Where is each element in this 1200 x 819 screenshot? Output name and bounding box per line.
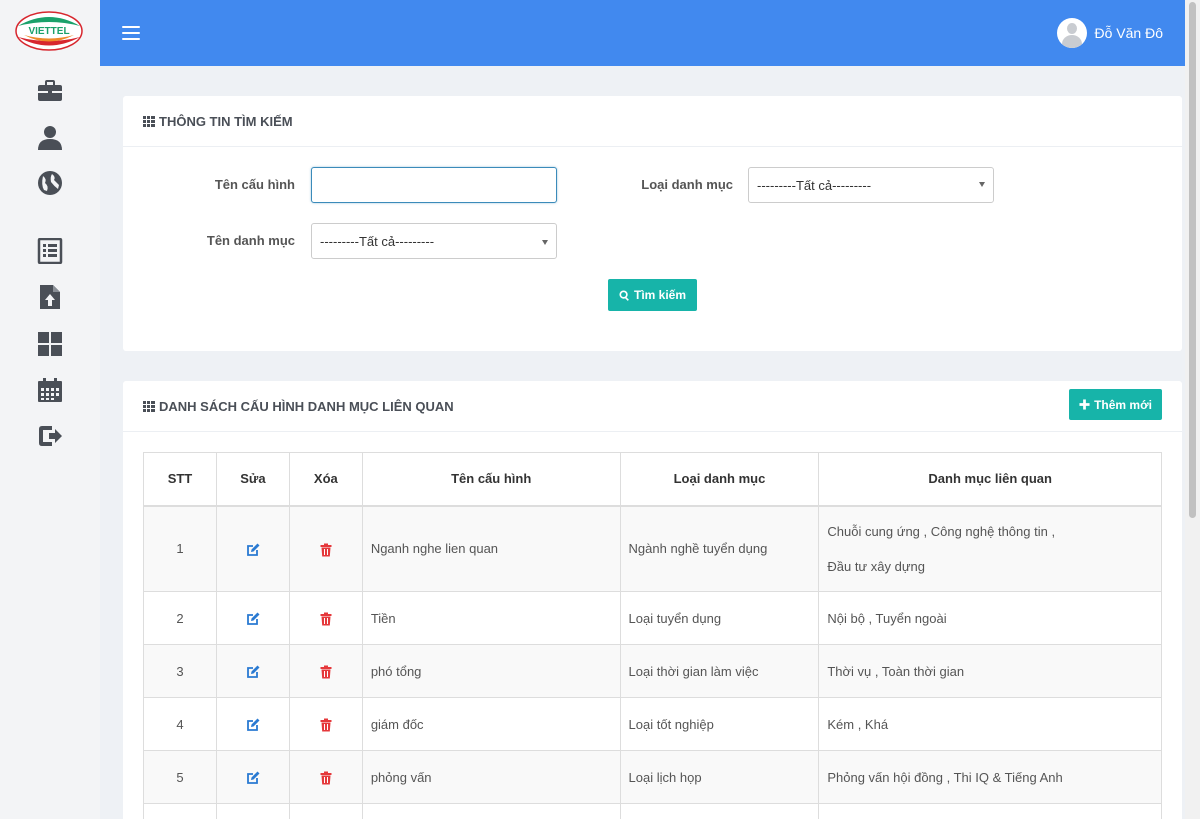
list-icon[interactable] (36, 237, 64, 265)
config-name-label: Tên cấu hình (214, 177, 295, 192)
row-config-name: Nganh nghe lien quan (361, 505, 621, 592)
category-type-selected: ---------Tất cả--------- (757, 178, 872, 193)
edit-icon[interactable] (246, 665, 260, 679)
logout-icon[interactable] (36, 422, 64, 450)
row-config-name: phó tổng (361, 644, 621, 698)
edit-icon[interactable] (246, 718, 260, 732)
file-upload-icon[interactable] (36, 283, 64, 311)
plus-icon (1079, 399, 1090, 410)
search-panel-title: THÔNG TIN TÌM KIẾM (143, 114, 293, 129)
row-related: Thời vụ , Toàn thời gian (818, 644, 1162, 698)
user-icon[interactable] (36, 123, 64, 151)
column-header-config-name[interactable]: Tên cấu hình (361, 452, 621, 507)
edit-icon[interactable] (246, 543, 260, 557)
dropdown-arrow-icon (979, 182, 985, 187)
table-row: 3 phó tổng Loại thời gian làm việc Thời … (143, 644, 1162, 698)
related-line: Chuỗi cung ứng , Công nghệ thông tin , (827, 523, 1056, 539)
row-category-type: Loại tốt nghiệp (619, 697, 820, 751)
svg-text:VIETTEL: VIETTEL (28, 26, 69, 37)
trash-icon[interactable] (319, 612, 333, 626)
top-navbar: Đỗ Văn Đô (100, 0, 1185, 66)
row-stt: 3 (143, 644, 217, 698)
edit-icon[interactable] (246, 612, 260, 626)
table-header-row: STT Sửa Xóa Tên cấu hình Loại danh mục D… (143, 452, 1162, 507)
dropdown-arrow-icon (542, 240, 548, 245)
list-panel-title: DANH SÁCH CẤU HÌNH DANH MỤC LIÊN QUAN (143, 399, 454, 414)
user-name: Đỗ Văn Đô (1094, 25, 1163, 41)
trash-icon[interactable] (319, 771, 333, 785)
search-panel: THÔNG TIN TÌM KIẾM Tên cấu hình Loại dan… (123, 96, 1182, 351)
user-menu[interactable]: Đỗ Văn Đô (1056, 18, 1163, 48)
hamburger-menu-icon[interactable] (122, 26, 140, 40)
row-category-type: Loại thời gian làm việc (619, 644, 820, 698)
scrollbar-thumb[interactable] (1189, 2, 1196, 518)
column-header-delete[interactable]: Xóa (288, 452, 363, 507)
category-name-selected: ---------Tất cả--------- (320, 234, 435, 249)
table-row: 4 giám đốc Loại tốt nghiệp Kém , Khá (143, 697, 1162, 751)
row-stt: 4 (143, 697, 217, 751)
trash-icon[interactable] (319, 665, 333, 679)
grid-icon (143, 116, 155, 127)
column-header-category-type[interactable]: Loại danh mục (619, 452, 820, 507)
edit-icon[interactable] (246, 771, 260, 785)
sidebar: VIETTEL (0, 0, 100, 819)
row-related: Chuỗi cung ứng , Công nghệ thông tin , Đầ… (818, 505, 1162, 592)
search-button[interactable]: Tìm kiếm (608, 279, 697, 311)
row-related: Kém , Khá (818, 697, 1162, 751)
related-line: Đầu tư xây dựng (827, 558, 925, 574)
row-stt: 1 (143, 505, 217, 592)
table-row (143, 803, 1162, 819)
search-icon (619, 289, 629, 301)
list-panel: DANH SÁCH CẤU HÌNH DANH MỤC LIÊN QUAN Th… (123, 381, 1182, 819)
page-scrollbar[interactable] (1185, 0, 1200, 819)
row-related: Nội bộ , Tuyển ngoài (818, 591, 1162, 645)
row-config-name: Tiền (361, 591, 621, 645)
category-name-label: Tên danh mục (206, 233, 295, 248)
add-new-button[interactable]: Thêm mới (1069, 389, 1162, 420)
table-row: 2 Tiền Loại tuyển dụng Nội bộ , Tuyển ng… (143, 591, 1162, 645)
grid-icon (143, 401, 155, 412)
dashboard-icon[interactable] (36, 330, 64, 358)
viettel-logo[interactable]: VIETTEL (14, 10, 84, 52)
category-type-select[interactable]: ---------Tất cả--------- (748, 167, 994, 203)
briefcase-icon[interactable] (36, 77, 64, 105)
row-stt: 5 (143, 750, 217, 804)
column-header-edit[interactable]: Sửa (215, 452, 290, 507)
table-row: 5 phỏng vấn Loại lịch họp Phỏng vấn hội … (143, 750, 1162, 804)
trash-icon[interactable] (319, 543, 333, 557)
config-name-input[interactable] (311, 167, 557, 203)
trash-icon[interactable] (319, 718, 333, 732)
row-related: Phỏng vấn hội đồng , Thi IQ & Tiếng Anh (818, 750, 1162, 804)
column-header-stt[interactable]: STT (143, 452, 217, 507)
config-table: STT Sửa Xóa Tên cấu hình Loại danh mục D… (143, 452, 1162, 819)
table-row: 1 Nganh nghe lien quan Ngành nghề tuyển … (143, 505, 1162, 592)
row-stt: 2 (143, 591, 217, 645)
globe-icon[interactable] (36, 169, 64, 197)
calendar-icon[interactable] (36, 376, 64, 404)
avatar (1056, 18, 1087, 48)
category-type-label: Loại danh mục (641, 177, 733, 192)
row-category-type: Loại lịch họp (619, 750, 820, 804)
row-category-type: Loại tuyển dụng (619, 591, 820, 645)
row-config-name: giám đốc (361, 697, 621, 751)
row-category-type: Ngành nghề tuyển dụng (619, 505, 820, 592)
category-name-select[interactable]: ---------Tất cả--------- (311, 223, 557, 259)
column-header-related[interactable]: Danh mục liên quan (818, 452, 1162, 507)
row-config-name: phỏng vấn (361, 750, 621, 804)
